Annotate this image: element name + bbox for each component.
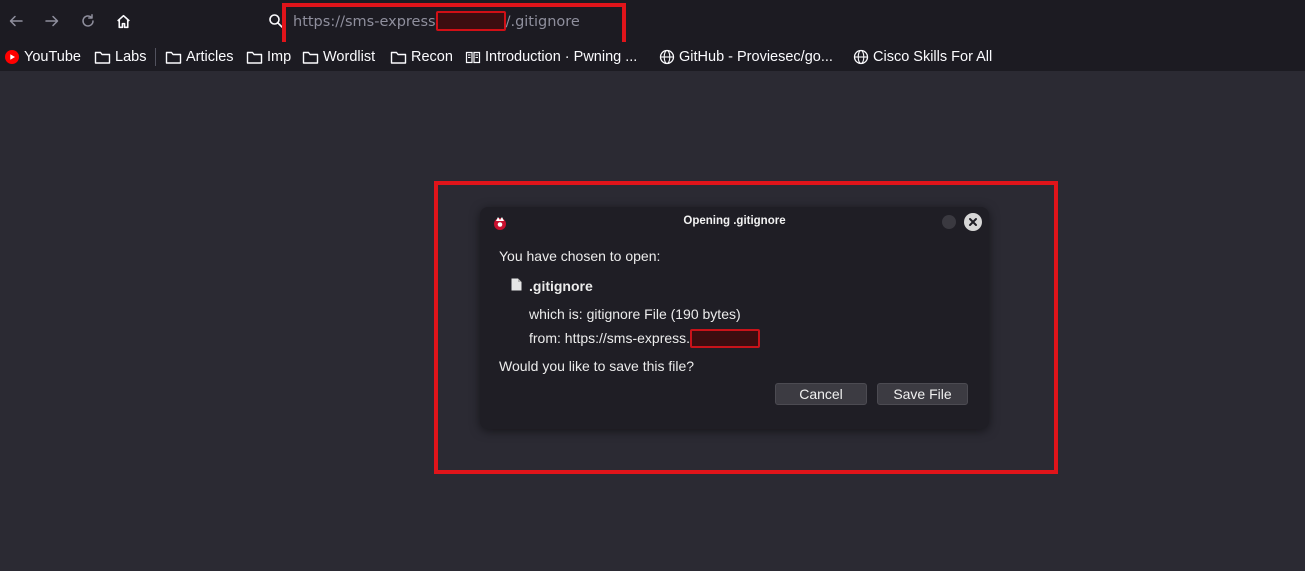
folder-icon [165,51,182,64]
bookmark-label: Cisco Skills For All [873,49,993,65]
bookmark-label: Recon [411,49,453,65]
dialog-minimize-button[interactable] [942,215,956,229]
bookmark-folder-wordlist[interactable]: Wordlist [302,47,375,67]
bookmark-label: Articles [186,49,234,65]
file-source-text: from: https://sms-express. [529,330,691,346]
close-icon [969,218,977,226]
bookmark-label: GitHub - Proviesec/go... [679,49,833,65]
file-source: from: https://sms-express. [529,329,761,348]
browser-toolbar: https://sms-express/.gitignore [0,0,1305,42]
folder-icon [302,51,319,64]
folder-icon [390,51,407,64]
bookmark-pwning[interactable]: Introduction · Pwning ... [465,47,637,67]
arrow-right-icon [45,15,59,27]
save-file-button[interactable]: Save File [877,383,968,405]
dialog-close-button[interactable] [964,213,982,231]
cancel-button[interactable]: Cancel [775,383,867,405]
reload-icon [82,14,94,27]
arrow-left-icon [9,15,23,27]
home-button[interactable] [110,8,136,34]
bookmarks-separator [155,48,156,66]
bookmark-label: Labs [115,49,147,65]
url-highlight-box [282,3,626,46]
source-redaction [690,329,761,348]
bookmark-cisco[interactable]: Cisco Skills For All [853,47,992,67]
globe-icon [659,49,675,65]
bookmark-folder-labs[interactable]: Labs [94,47,146,67]
folder-icon [94,51,111,64]
reload-button[interactable] [75,8,101,34]
folder-icon [246,51,263,64]
save-question: Would you like to save this file? [499,358,695,374]
globe-icon [853,49,869,65]
open-file-dialog: Opening .gitignore You have chosen to op… [480,207,989,429]
bookmark-label: Introduction · Pwning ... [485,49,638,65]
youtube-icon [5,50,19,64]
dialog-title: Opening .gitignore [683,215,786,227]
bookmark-folder-imp[interactable]: Imp [246,47,291,67]
file-icon [511,278,522,291]
bookmark-github[interactable]: GitHub - Proviesec/go... [659,47,833,67]
bookmark-folder-recon[interactable]: Recon [390,47,453,67]
dialog-intro: You have chosen to open: [499,248,661,264]
back-button[interactable] [3,8,29,34]
bookmark-youtube[interactable]: YouTube [4,47,81,67]
home-icon [116,14,130,28]
book-icon [465,51,481,63]
file-type: which is: gitignore File (190 bytes) [529,306,741,322]
bookmark-label: Wordlist [323,49,376,65]
bookmark-label: Imp [267,49,292,65]
file-name: .gitignore [529,278,593,294]
bookmark-label: YouTube [24,49,81,65]
bookmarks-bar: YouTube Labs Articles Imp Wordlist Recon… [0,42,1305,71]
forward-button[interactable] [39,8,65,34]
bookmark-folder-articles[interactable]: Articles [165,47,234,67]
